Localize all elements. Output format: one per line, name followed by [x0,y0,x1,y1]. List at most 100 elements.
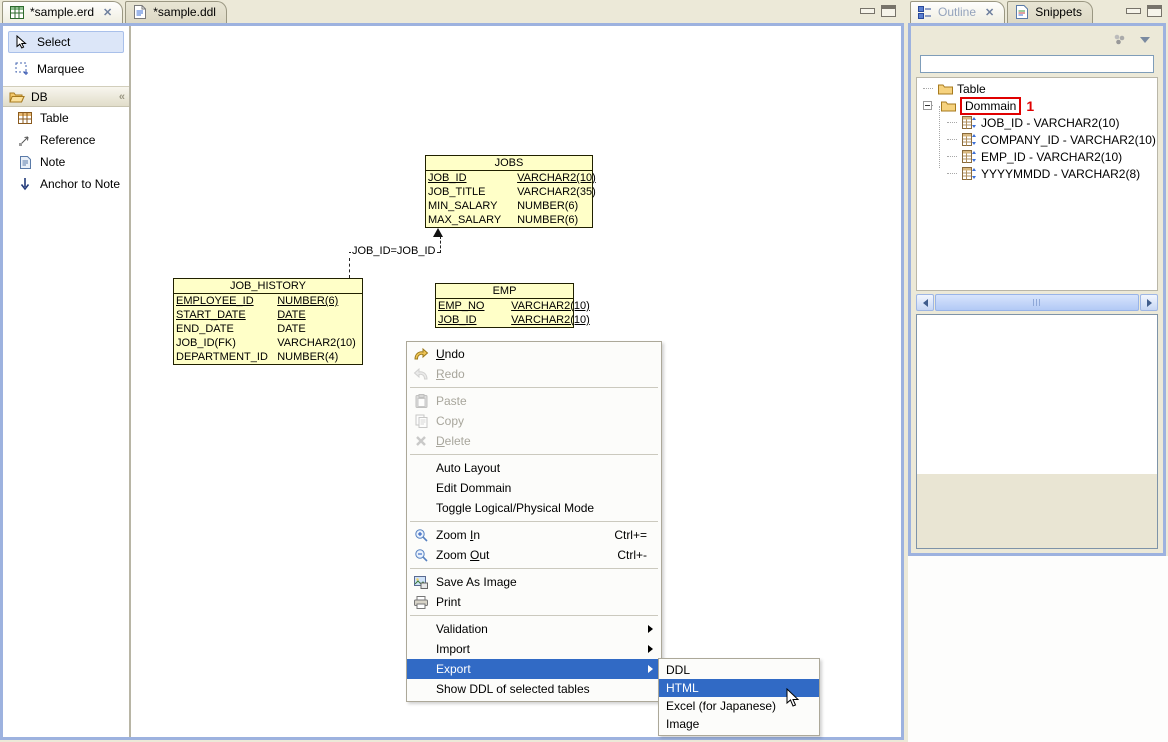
tree-item-table[interactable]: Table [917,80,1157,97]
menu-item-validation[interactable]: Validation [407,619,661,639]
erd-column-max-salary[interactable]: MAX_SALARYNUMBER(6) [426,213,592,227]
tab-label: *sample.ddl [153,5,216,19]
tree-item-dommain[interactable]: Dommain1 [917,97,1157,114]
erd-column-job-id-fk[interactable]: JOB_ID(FK)VARCHAR2(10) [174,336,362,350]
menu-item-export[interactable]: Export [407,659,661,679]
menu-item-auto-layout[interactable]: Auto Layout [407,458,661,478]
outline-filter-input[interactable] [920,55,1154,73]
tree-item-label: EMP_ID - VARCHAR2(10) [981,150,1122,164]
sync-dots-icon[interactable] [1111,32,1127,48]
erd-column-employee-id[interactable]: EMPLOYEE_IDNUMBER(6) [174,294,362,308]
erd-column-job-id[interactable]: JOB_IDVARCHAR2(10) [426,171,592,185]
menu-item-edit-dommain[interactable]: Edit Dommain [407,478,661,498]
palette-entry-anchor-to-note[interactable]: Anchor to Note [3,173,129,195]
tree-item-yyyymmdd-varchar2-8[interactable]: YYYYMMDD - VARCHAR2(8) [917,165,1157,182]
marquee-icon [14,61,30,77]
outline-tabbar: Outline✕Snippets [910,0,1124,24]
erd-column-emp-no[interactable]: EMP_NOVARCHAR2(10) [436,299,573,313]
collapse-minus-icon[interactable] [923,101,932,110]
palette-tool-select[interactable]: Select [8,31,124,53]
erd-column-start-date[interactable]: START_DATEDATE [174,308,362,322]
menu-item-label: Print [433,595,659,609]
save-image-icon [409,574,433,590]
erd-table-title: JOBS [426,156,592,171]
tab-snippets[interactable]: Snippets [1007,1,1093,24]
horizontal-scrollbar[interactable] [916,294,1158,311]
maximize-icon[interactable] [1147,5,1162,17]
palette-tool-marquee[interactable]: Marquee [8,58,124,80]
menu-item-zoom-out[interactable]: Zoom OutCtrl+- [407,545,661,565]
palette-entry-label: Table [40,111,69,125]
palette-tool-label: Marquee [37,62,84,76]
erd-column-department-id[interactable]: DEPARTMENT_IDNUMBER(4) [174,350,362,364]
palette-group-db[interactable]: DB« [3,86,129,107]
erd-table-job-history[interactable]: JOB_HISTORYEMPLOYEE_IDNUMBER(6)START_DAT… [173,278,363,365]
tree-item-company-id-varchar2-10[interactable]: COMPANY_ID - VARCHAR2(10) [917,131,1157,148]
close-icon[interactable]: ✕ [985,6,994,19]
column-name: JOB_ID [438,313,511,327]
erd-column-min-salary[interactable]: MIN_SALARYNUMBER(6) [426,199,592,213]
domain-column-icon [961,149,977,165]
palette-tool-label: Select [37,35,70,49]
tab-label: *sample.erd [30,5,94,19]
erd-table-jobs[interactable]: JOBSJOB_IDVARCHAR2(10)JOB_TITLEVARCHAR2(… [425,155,593,228]
tab-outline[interactable]: Outline✕ [910,1,1005,24]
menu-item-save-as-image[interactable]: Save As Image [407,572,661,592]
menu-item-label: Import [433,642,648,656]
delete-icon [409,433,433,449]
column-name: END_DATE [176,322,277,336]
close-icon[interactable]: ✕ [103,6,112,19]
menu-item-label: Undo [433,347,659,361]
folder-icon [940,98,956,114]
view-menu-icon[interactable] [1137,32,1153,48]
menu-item-label: DDL [663,663,817,677]
domain-column-icon [961,115,977,131]
scrollbar-thumb[interactable] [935,294,1139,311]
menu-item-copy: Copy [407,411,661,431]
menu-item-ddl[interactable]: DDL [659,661,819,679]
menu-separator [410,615,658,616]
menu-item-import[interactable]: Import [407,639,661,659]
erd-column-end-date[interactable]: END_DATEDATE [174,322,362,336]
erd-table-emp[interactable]: EMPEMP_NOVARCHAR2(10)JOB_IDVARCHAR2(10) [435,283,574,328]
menu-item-undo[interactable]: Undo [407,344,661,364]
tree-item-emp-id-varchar2-10[interactable]: EMP_ID - VARCHAR2(10) [917,148,1157,165]
column-name: EMP_NO [438,299,511,313]
minimize-icon[interactable] [1126,8,1141,14]
erd-column-job-id[interactable]: JOB_IDVARCHAR2(10) [436,313,573,327]
tree-guide-line [947,139,957,140]
tree-item-label: COMPANY_ID - VARCHAR2(10) [981,133,1156,147]
erd-column-job-title[interactable]: JOB_TITLEVARCHAR2(35) [426,185,592,199]
editor-window-buttons [860,5,896,17]
menu-item-label: Validation [433,622,648,636]
menu-item-redo: Redo [407,364,661,384]
tree-guide-line [947,173,957,174]
column-type: NUMBER(6) [517,199,590,213]
palette-entry-table[interactable]: Table [3,107,129,129]
palette-entry-reference[interactable]: Reference [3,129,129,151]
scroll-right-icon[interactable] [1140,294,1158,311]
menu-item-toggle-logical-physical-mode[interactable]: Toggle Logical/Physical Mode [407,498,661,518]
tree-item-job-id-varchar2-10[interactable]: JOB_ID - VARCHAR2(10) [917,114,1157,131]
tree-item-label: JOB_ID - VARCHAR2(10) [981,116,1119,130]
tab-sample-erd[interactable]: *sample.erd ✕ [2,1,123,24]
menu-item-label: Delete [433,434,659,448]
palette-entry-note[interactable]: Note [3,151,129,173]
menu-item-zoom-in[interactable]: Zoom InCtrl+= [407,525,661,545]
outline-tree: TableDommain1 JOB_ID - VARCHAR2(10) COMPAN… [916,77,1158,291]
menu-separator [410,521,658,522]
collapse-chevron-icon[interactable]: « [119,91,123,103]
menu-item-label: Toggle Logical/Physical Mode [433,501,659,515]
tab-sample-ddl[interactable]: *sample.ddl [125,1,227,24]
scroll-left-icon[interactable] [916,294,934,311]
menu-item-label: Zoom In [433,528,614,542]
menu-item-print[interactable]: Print [407,592,661,612]
menu-item-label: Export [433,662,648,676]
palette-entry-label: Reference [40,133,95,147]
blank [409,500,433,516]
minimize-icon[interactable] [860,8,875,14]
tree-item-label: Dommain [960,97,1021,115]
menu-item-image[interactable]: Image [659,715,819,733]
maximize-icon[interactable] [881,5,896,17]
menu-item-show-ddl-of-selected-tables[interactable]: Show DDL of selected tables [407,679,661,699]
